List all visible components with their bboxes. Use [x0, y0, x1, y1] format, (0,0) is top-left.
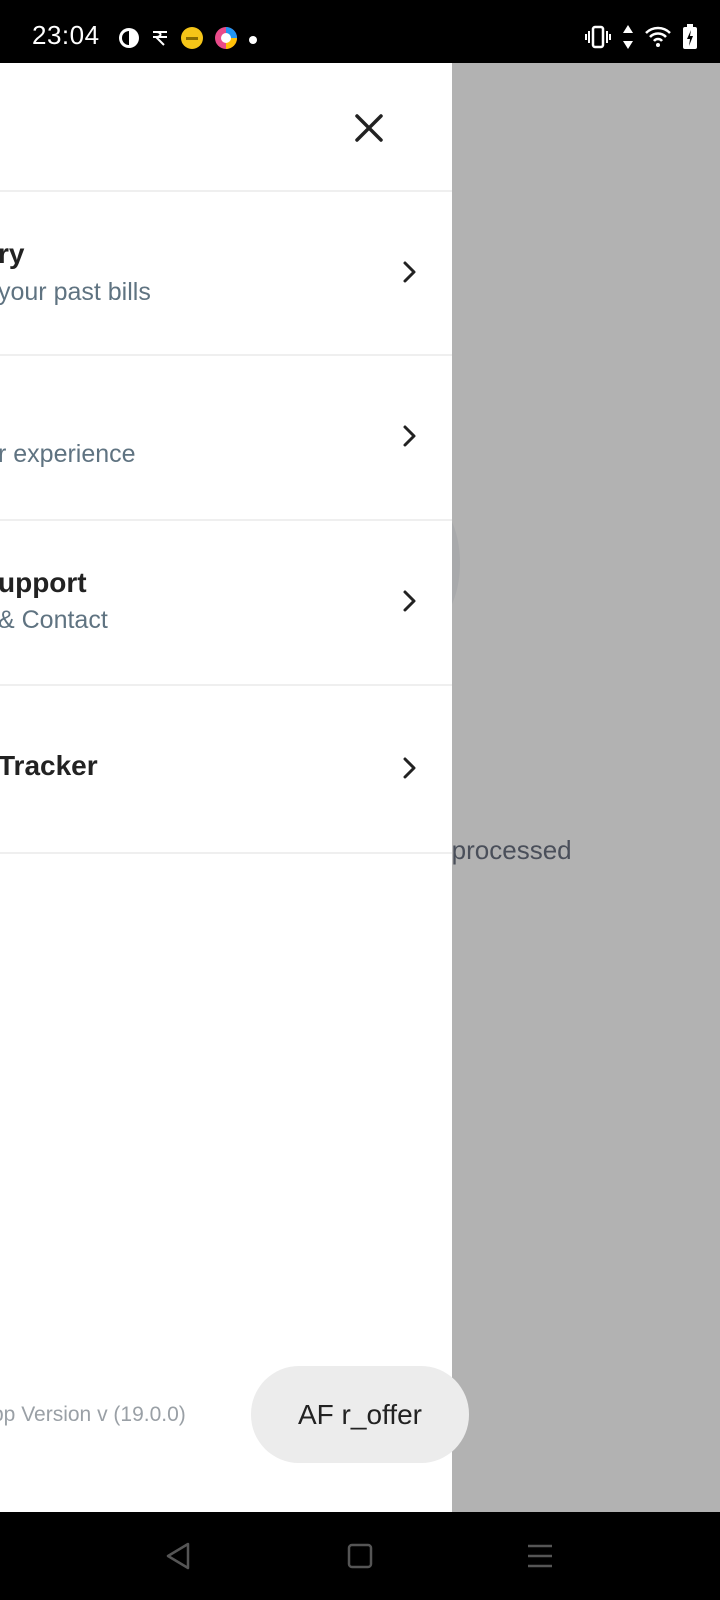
data-arrows-icon: [622, 24, 634, 55]
status-right-icons: [584, 24, 698, 55]
system-nav-bar: [0, 1512, 720, 1600]
menu-item-title: upport: [0, 567, 87, 598]
chevron-right-icon: [403, 757, 416, 779]
menu-item-title: ry: [0, 238, 25, 269]
nav-recents-button[interactable]: [520, 1536, 560, 1576]
close-icon: [355, 114, 383, 142]
menu-item-tracker[interactable]: Tracker: [0, 684, 452, 854]
chevron-right-icon: [403, 590, 416, 612]
chevron-right-icon: [403, 425, 416, 447]
af-offer-label: AF r_offer: [298, 1398, 422, 1430]
dot-icon: [248, 32, 258, 50]
status-time: 23:04: [32, 20, 100, 50]
rupee-app-icon: [150, 28, 170, 53]
chevron-right-icon: [403, 261, 416, 283]
colorful-app-icon: [214, 26, 238, 55]
menu-item-support[interactable]: upport & Contact: [0, 519, 452, 686]
back-icon: [166, 1542, 190, 1570]
menu-item-subtitle: r experience: [0, 440, 136, 468]
emoji-app-icon: [180, 26, 204, 55]
menu-item-bill-history[interactable]: ry your past bills: [0, 190, 452, 356]
nav-back-button[interactable]: [158, 1536, 198, 1576]
recents-icon: [528, 1544, 552, 1568]
menu-item-title: Tracker: [0, 750, 98, 781]
menu-item-subtitle: your past bills: [0, 278, 151, 306]
status-bar: 23:04: [0, 0, 720, 63]
close-button[interactable]: [348, 107, 390, 149]
nav-home-button[interactable]: [340, 1536, 380, 1576]
drawer-header: [0, 63, 452, 192]
menu-item-experience[interactable]: r experience: [0, 354, 452, 521]
status-left-icons: [118, 26, 258, 55]
app-version-text: pp Version v (19.0.0): [0, 1403, 186, 1426]
navigation-drawer: ry your past bills r experience upport &…: [0, 63, 452, 1512]
home-icon: [347, 1543, 373, 1569]
vibrate-icon: [584, 25, 612, 54]
af-offer-toast[interactable]: AF r_offer: [251, 1366, 469, 1463]
menu-item-subtitle: & Contact: [0, 606, 108, 634]
dimmed-overlay[interactable]: [443, 63, 720, 1512]
wifi-icon: [644, 25, 672, 54]
battery-charging-icon: [682, 24, 698, 55]
app-notification-icon: [118, 27, 140, 54]
